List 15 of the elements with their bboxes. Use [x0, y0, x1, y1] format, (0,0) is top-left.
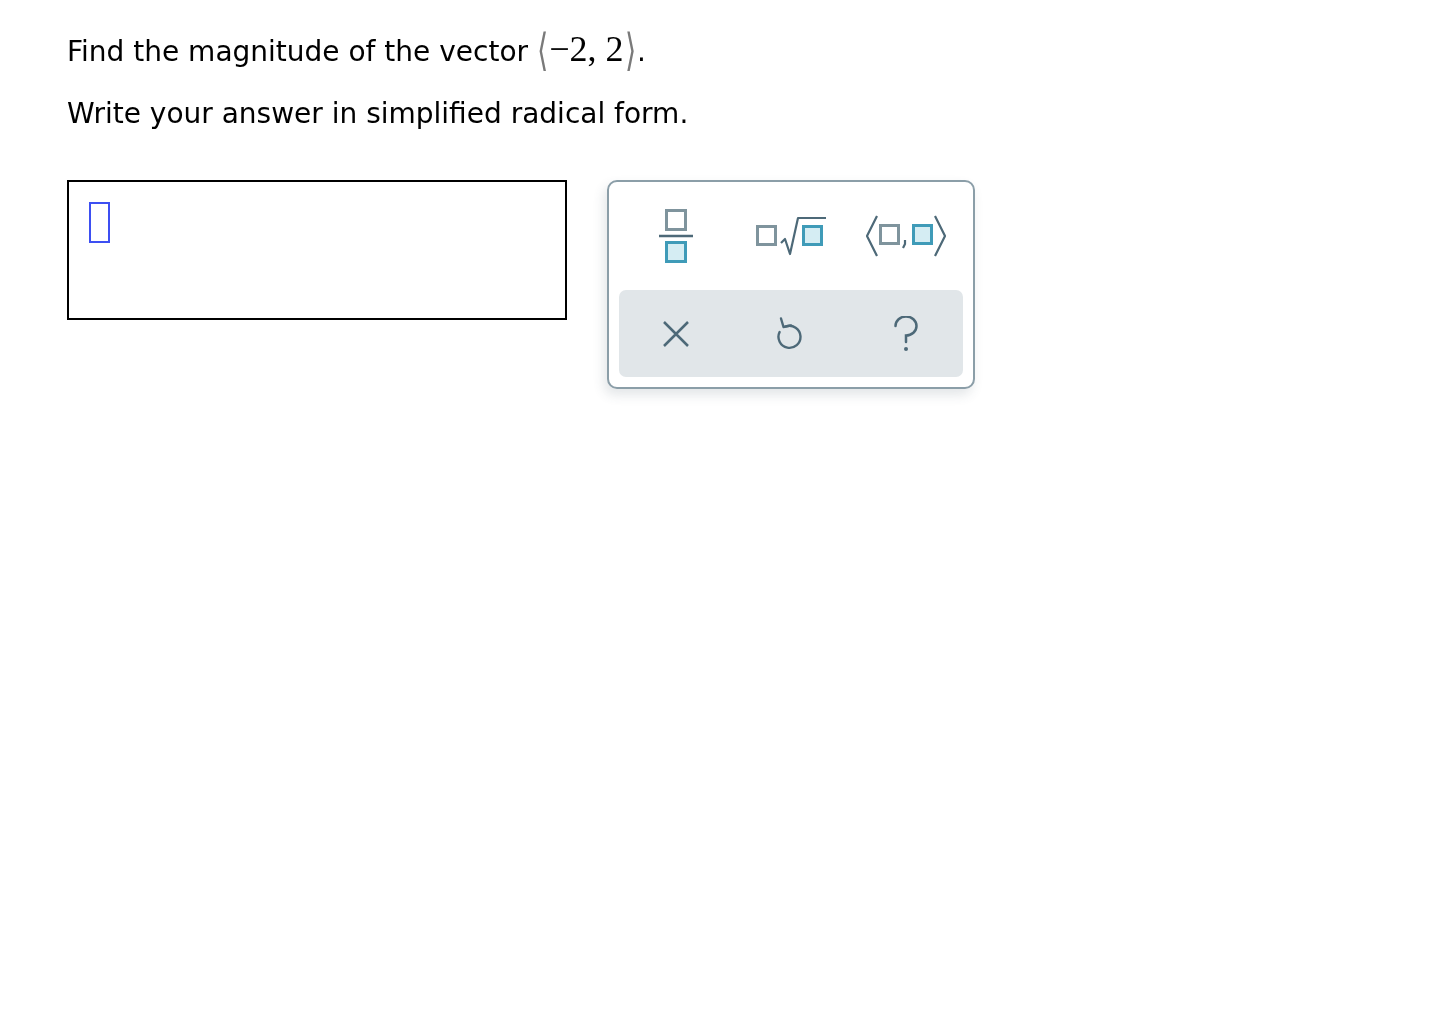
- instruction-text: Write your answer in simplified radical form.: [67, 99, 690, 129]
- clear-button[interactable]: [663, 320, 690, 347]
- undo-icon: [777, 317, 805, 350]
- vector-template-icon: [865, 215, 946, 257]
- question-text: Find the magnitude of the vector ⟨−2, 2⟩.: [67, 27, 647, 74]
- help-button[interactable]: [892, 315, 919, 352]
- help-icon: [892, 315, 919, 352]
- answer-field[interactable]: [67, 180, 567, 320]
- vector-button[interactable]: [865, 215, 946, 257]
- fraction-icon: [659, 209, 694, 263]
- undo-button[interactable]: [777, 317, 805, 350]
- square-root-button[interactable]: [756, 216, 826, 256]
- fraction-button[interactable]: [659, 209, 694, 263]
- close-icon: [663, 320, 690, 347]
- square-root-icon: [756, 216, 826, 256]
